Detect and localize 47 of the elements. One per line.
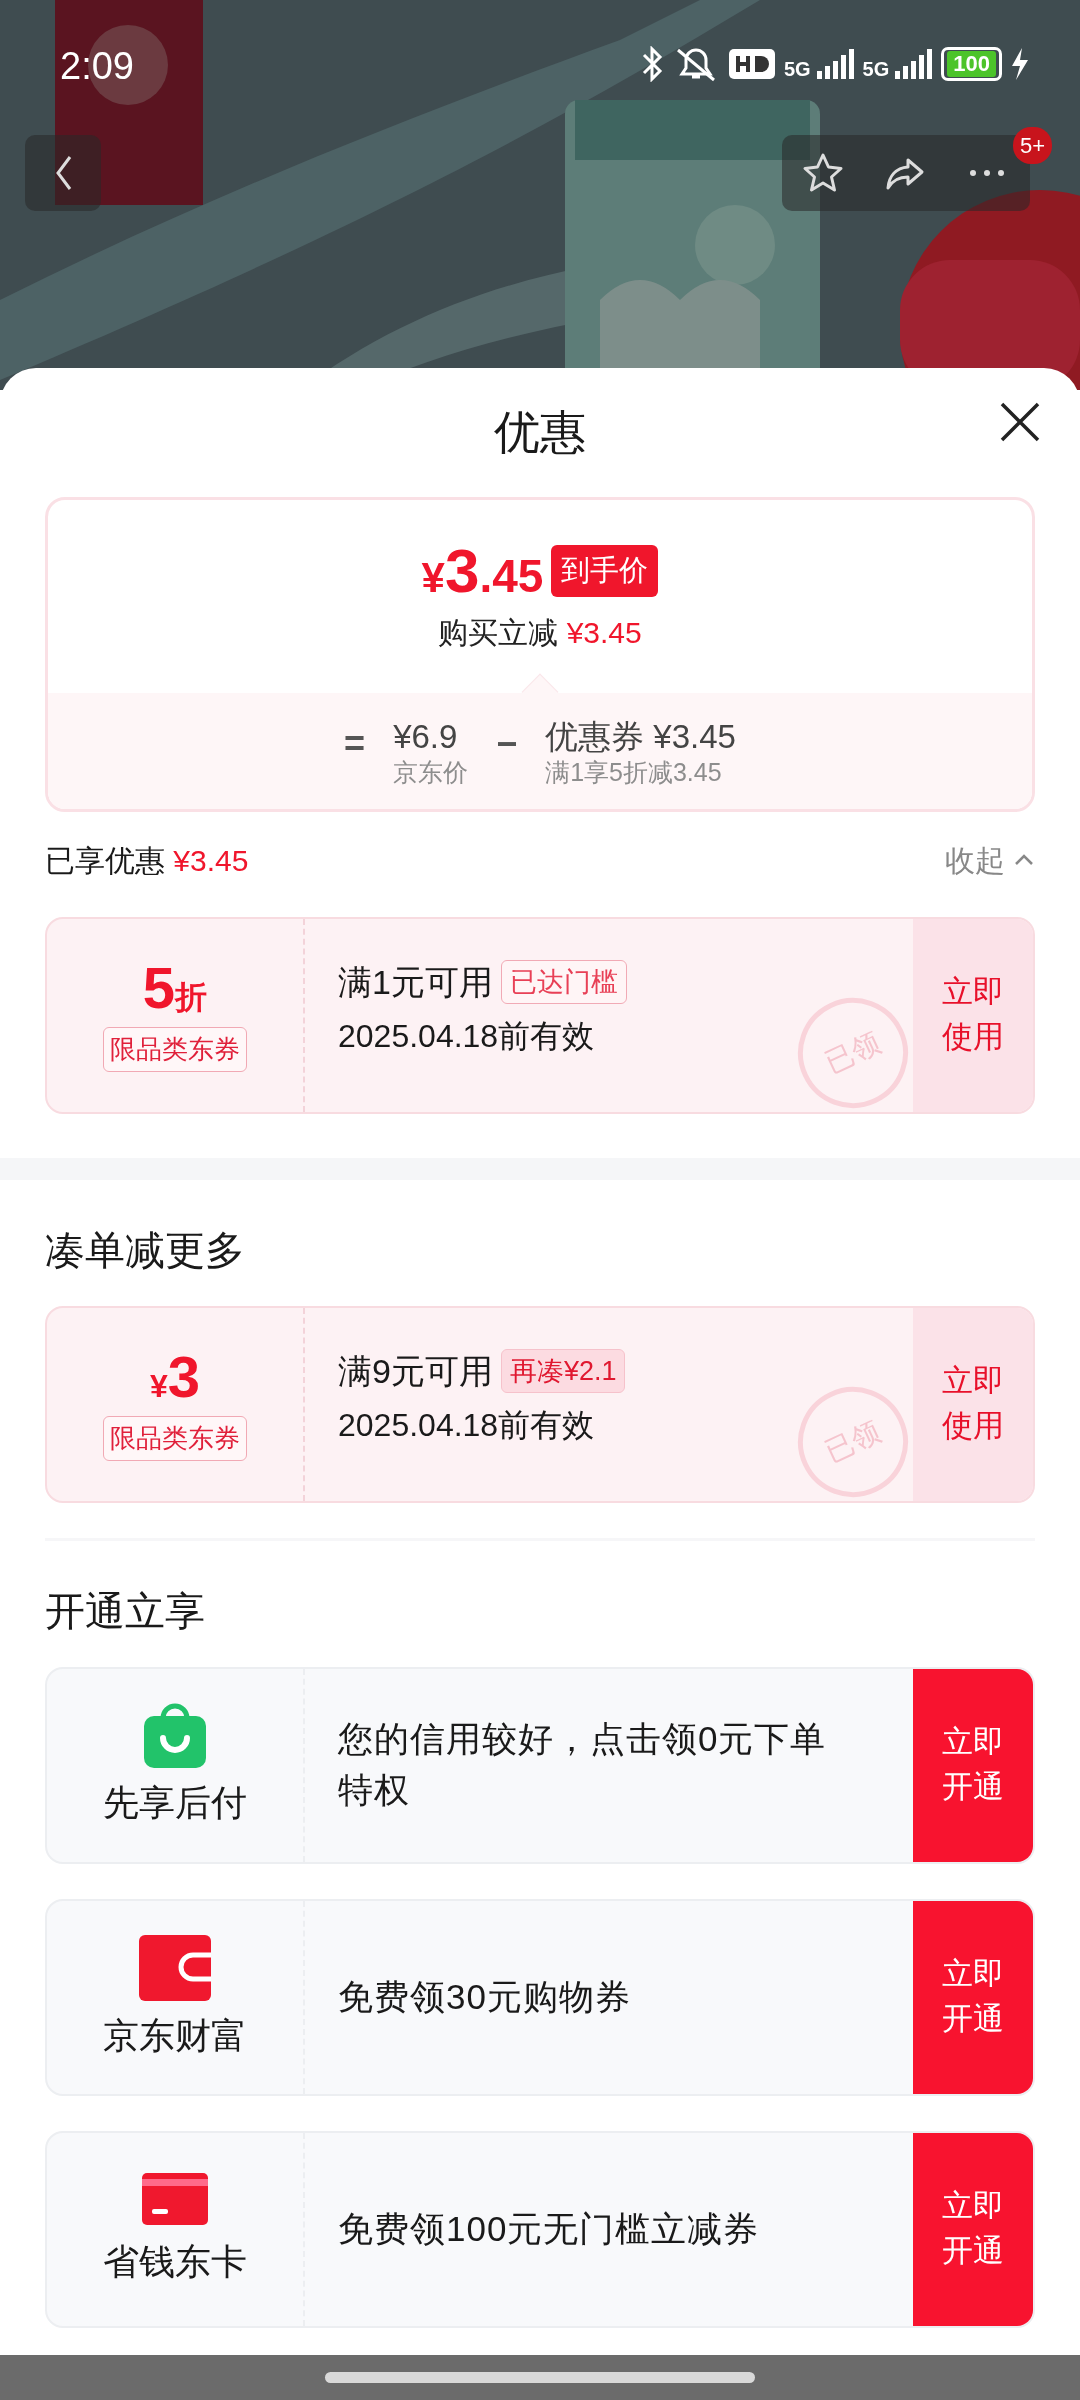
service-name: 先享后付 xyxy=(103,1781,247,1826)
battery-icon: 100 xyxy=(941,47,1002,81)
use-now-button[interactable]: 立即使用 xyxy=(913,918,1033,1112)
coupon-condition: 满9元可用 xyxy=(338,1350,493,1392)
hd-voice-icon xyxy=(727,46,776,82)
coupon-type-tag: 限品类东券 xyxy=(103,1026,247,1072)
sheet-title: 优惠 xyxy=(494,406,586,458)
coupon-type-tag: 限品类东券 xyxy=(103,1415,247,1461)
section-title: 凑单减更多 xyxy=(44,1226,246,1274)
charging-icon xyxy=(1010,48,1030,80)
signal-icon xyxy=(893,49,934,79)
price-tag: 到手价 xyxy=(551,545,659,597)
status-tag: 已达门槛 xyxy=(500,959,627,1005)
coupon-value: ¥3 xyxy=(149,1347,201,1406)
star-icon xyxy=(801,152,845,194)
breakdown-note: 京东价 xyxy=(393,756,469,787)
service-description: 您的信用较好，点击领0元下单特权 xyxy=(337,1718,828,1812)
coupon-validity: 2025.04.18前有效 xyxy=(338,1405,595,1445)
collapse-link[interactable]: 收起 xyxy=(945,837,1005,883)
service-name: 京东财富 xyxy=(103,2014,247,2059)
operator-sign: − xyxy=(496,722,518,766)
coupon-condition: 满1元可用 xyxy=(338,961,493,1003)
service-description: 免费领100元无门槛立减券 xyxy=(337,2207,761,2250)
status-time: 2:09 xyxy=(60,44,134,89)
service-description: 免费领30元购物券 xyxy=(337,1975,632,2018)
network-label: 5G xyxy=(862,59,890,79)
section-title: 开通立享 xyxy=(44,1587,206,1635)
network-label: 5G xyxy=(783,59,811,79)
more-icon xyxy=(968,168,1006,178)
open-now-button[interactable]: 立即开通 xyxy=(913,2132,1033,2326)
coupon-value: 5折 xyxy=(142,958,208,1017)
close-icon xyxy=(998,400,1042,444)
breakdown-amount: 优惠券 ¥3.45 xyxy=(545,717,736,757)
service-name: 省钱东卡 xyxy=(103,2240,247,2285)
status-tag: 再凑¥2.1 xyxy=(500,1348,626,1394)
coupon-validity: 2025.04.18前有效 xyxy=(338,1016,595,1056)
breakdown-note: 满1享5折减3.45 xyxy=(545,756,722,787)
open-now-button[interactable]: 立即开通 xyxy=(913,1900,1033,2094)
open-now-button[interactable]: 立即开通 xyxy=(913,1668,1033,1862)
signal-icon xyxy=(814,49,855,79)
back-button[interactable] xyxy=(25,135,101,211)
savings-summary: 已享优惠 ¥3.45 xyxy=(45,842,249,879)
use-now-button[interactable]: 立即使用 xyxy=(913,1307,1033,1501)
breakdown-amount: ¥6.9 xyxy=(393,717,458,757)
savings-text: 购买立减 ¥3.45 xyxy=(438,615,642,651)
operator-sign: = xyxy=(344,722,366,766)
final-price: ¥3.45 xyxy=(421,540,544,602)
